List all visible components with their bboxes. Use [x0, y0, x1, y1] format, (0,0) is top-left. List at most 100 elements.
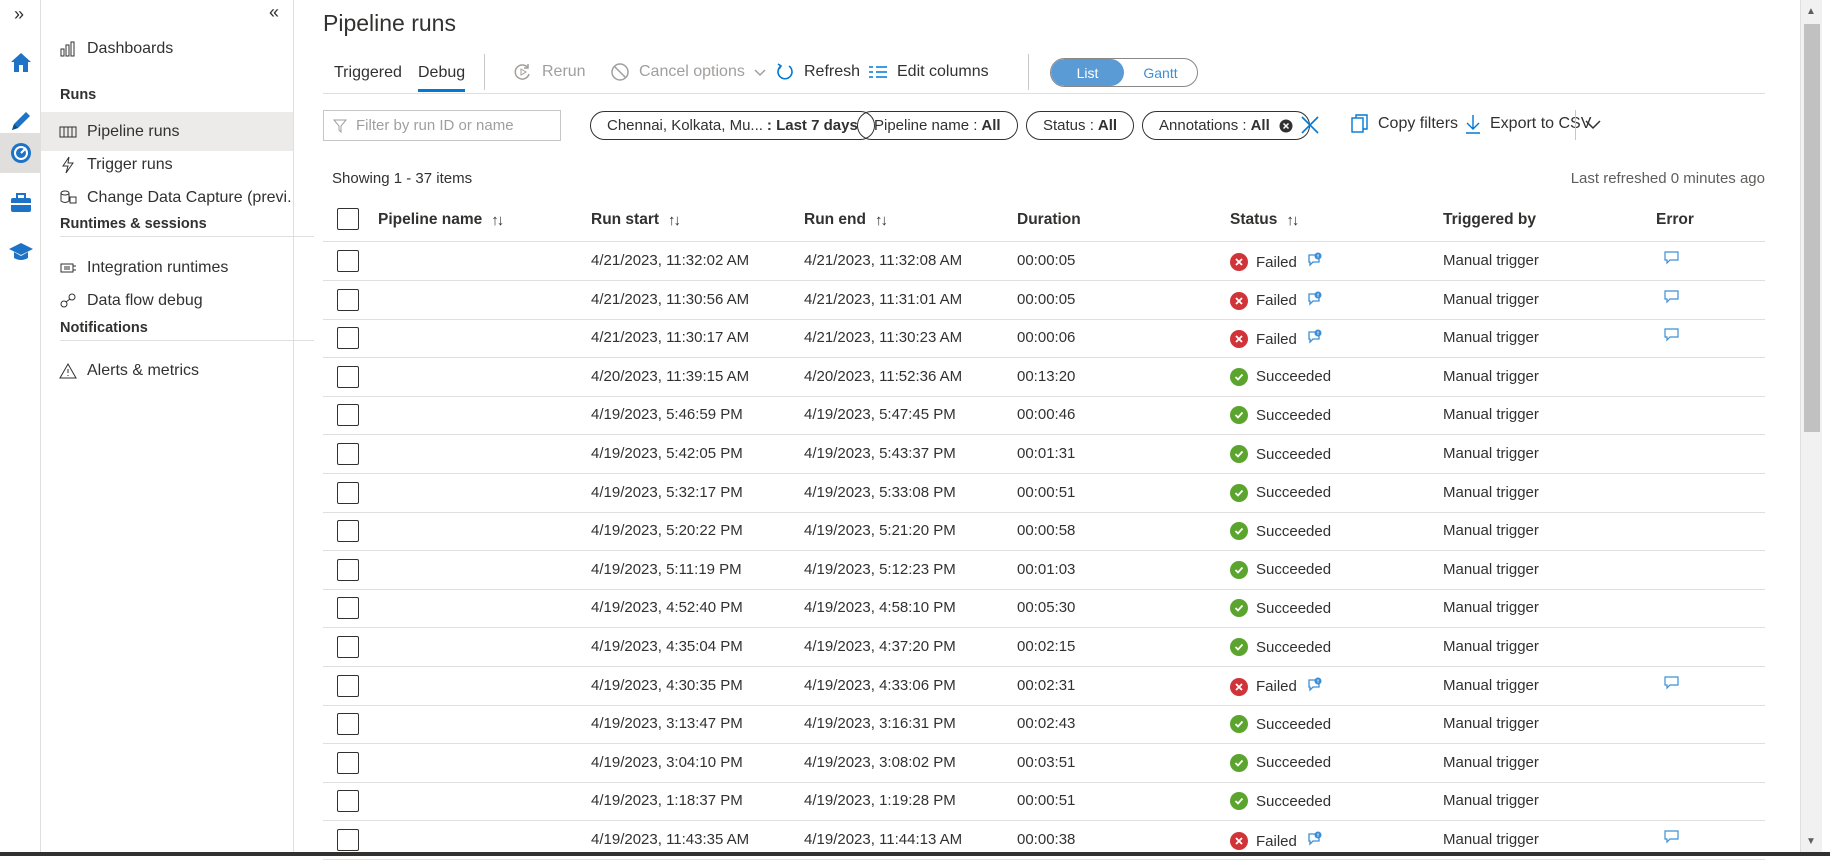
filter-pill-status[interactable]: Status : All: [1026, 111, 1135, 140]
row-checkbox[interactable]: [337, 481, 359, 504]
column-header-pipeline-name[interactable]: Pipeline name ↑↓: [378, 211, 504, 229]
error-details-icon[interactable]: [1307, 252, 1323, 272]
copy-icon: [1351, 114, 1368, 133]
tab-triggered[interactable]: Triggered: [334, 64, 402, 82]
error-message-icon[interactable]: [1664, 675, 1679, 690]
row-checkbox[interactable]: [337, 829, 359, 851]
edit-columns-button[interactable]: Edit columns: [868, 60, 989, 84]
filter-pill-pipeline-name[interactable]: Pipeline name : All: [857, 111, 1018, 140]
vertical-scrollbar[interactable]: ▲ ▼: [1800, 0, 1822, 856]
filter-pill-regions[interactable]: Chennai, Kolkata, Mu... : Last 7 days: [590, 111, 875, 140]
cancel-options-button[interactable]: Cancel options: [610, 60, 767, 84]
view-list-option[interactable]: List: [1051, 59, 1124, 86]
table-row[interactable]: 4/19/2023, 4:52:40 PM 4/19/2023, 4:58:10 …: [323, 589, 1765, 629]
table-row[interactable]: 4/19/2023, 3:04:10 PM 4/19/2023, 3:08:02 …: [323, 744, 1765, 783]
table-row[interactable]: 4/21/2023, 11:30:56 AM 4/21/2023, 11:31:0…: [323, 281, 1765, 320]
error-details-icon[interactable]: [1307, 677, 1323, 697]
row-checkbox[interactable]: [337, 520, 359, 543]
column-header-status[interactable]: Status ↑↓: [1230, 211, 1299, 229]
row-checkbox[interactable]: [337, 636, 359, 658]
cell-duration: 00:02:43: [1017, 715, 1076, 733]
clear-filter-icon[interactable]: [1279, 119, 1293, 133]
select-all-checkbox[interactable]: [337, 208, 359, 230]
cell-end: 4/19/2023, 5:47:45 PM: [804, 406, 956, 424]
export-csv-button[interactable]: Export to CSV: [1465, 114, 1591, 134]
monitor-icon[interactable]: [0, 133, 41, 173]
row-checkbox[interactable]: [337, 365, 359, 388]
manage-toolbox-icon[interactable]: [0, 183, 41, 223]
more-chevron-button[interactable]: [1585, 118, 1610, 130]
expand-icon[interactable]: »: [14, 4, 24, 25]
table-row[interactable]: 4/21/2023, 11:32:02 AM 4/21/2023, 11:32:0…: [323, 242, 1765, 281]
copy-filters-button[interactable]: Copy filters: [1351, 114, 1458, 134]
table-row[interactable]: 4/19/2023, 5:46:59 PM 4/19/2023, 5:47:45 …: [323, 396, 1765, 436]
row-checkbox[interactable]: [337, 404, 359, 427]
status-text: Succeeded: [1256, 522, 1332, 540]
column-header-error[interactable]: Error: [1656, 211, 1694, 229]
row-checkbox[interactable]: [337, 790, 359, 813]
tab-debug[interactable]: Debug: [418, 64, 466, 92]
home-icon[interactable]: [0, 42, 41, 82]
table-row[interactable]: 4/19/2023, 3:13:47 PM 4/19/2023, 3:16:31 …: [323, 705, 1765, 745]
row-checkbox[interactable]: [337, 327, 359, 350]
cell-end: 4/19/2023, 5:21:20 PM: [804, 522, 956, 540]
close-icon: [1301, 116, 1319, 134]
filter-input[interactable]: Filter by run ID or name: [323, 110, 561, 141]
table-row[interactable]: 4/19/2023, 5:42:05 PM 4/19/2023, 5:43:37 …: [323, 435, 1765, 474]
nav-item-alerts-metrics[interactable]: Alerts & metrics: [41, 351, 293, 390]
table-row[interactable]: 4/19/2023, 5:20:22 PM 4/19/2023, 5:21:20 …: [323, 512, 1765, 552]
cell-triggered-by: Manual trigger: [1443, 522, 1539, 540]
row-checkbox[interactable]: [337, 713, 359, 736]
error-message-icon[interactable]: [1664, 289, 1679, 304]
trigger-lightning-icon: [62, 156, 74, 173]
table-row[interactable]: 4/20/2023, 11:39:15 AM 4/20/2023, 11:52:3…: [323, 358, 1765, 397]
collapse-icon[interactable]: «: [269, 2, 279, 23]
column-header-run-start[interactable]: Run start ↑↓: [591, 211, 681, 229]
table-row[interactable]: 4/19/2023, 1:18:37 PM 4/19/2023, 1:19:28 …: [323, 782, 1765, 822]
table-row[interactable]: 4/19/2023, 4:30:35 PM 4/19/2023, 4:33:06 …: [323, 667, 1765, 706]
cell-duration: 00:02:31: [1017, 676, 1076, 694]
table-row[interactable]: 4/19/2023, 5:11:19 PM 4/19/2023, 5:12:23 …: [323, 551, 1765, 590]
row-checkbox[interactable]: [337, 597, 359, 620]
refresh-button[interactable]: Refresh: [775, 60, 860, 84]
icon-rail: »: [0, 0, 41, 856]
clear-all-filters-button[interactable]: [1300, 115, 1329, 135]
learning-center-icon[interactable]: [0, 232, 41, 272]
scrollbar-thumb[interactable]: [1804, 24, 1820, 432]
table-row[interactable]: 4/19/2023, 5:32:17 PM 4/19/2023, 5:33:08 …: [323, 474, 1765, 513]
column-header-label: Status: [1230, 211, 1278, 228]
scroll-down-arrow[interactable]: ▼: [1806, 836, 1816, 847]
succeeded-check-icon: [1230, 638, 1248, 656]
status-text: Succeeded: [1256, 792, 1332, 810]
error-message-icon[interactable]: [1664, 251, 1679, 265]
table-row[interactable]: 4/21/2023, 11:30:17 AM 4/21/2023, 11:30:2…: [323, 319, 1765, 359]
scroll-up-arrow[interactable]: ▲: [1806, 6, 1816, 17]
cell-status: Succeeded: [1230, 599, 1331, 618]
column-header-duration[interactable]: Duration: [1017, 211, 1081, 229]
cell-triggered-by: Manual trigger: [1443, 406, 1539, 424]
error-details-icon[interactable]: [1307, 291, 1323, 311]
row-checkbox[interactable]: [337, 674, 359, 697]
rerun-button[interactable]: Rerun: [513, 60, 586, 84]
error-message-icon[interactable]: [1664, 328, 1679, 342]
row-checkbox[interactable]: [337, 250, 359, 272]
status-text: Failed: [1256, 832, 1297, 850]
error-details-icon[interactable]: [1307, 329, 1323, 349]
error-details-icon[interactable]: [1307, 831, 1323, 851]
row-checkbox[interactable]: [337, 443, 359, 465]
column-header-run-end[interactable]: Run end ↑↓: [804, 211, 888, 229]
nav-item-change-data-capture[interactable]: Change Data Capture (previ...: [41, 178, 293, 217]
filter-pill-annotations[interactable]: Annotations : All: [1142, 111, 1310, 140]
view-gantt-option[interactable]: Gantt: [1124, 59, 1197, 86]
table-row[interactable]: 4/19/2023, 4:35:04 PM 4/19/2023, 4:37:20 …: [323, 628, 1765, 667]
column-header-triggered-by[interactable]: Triggered by: [1443, 211, 1536, 229]
view-toggle[interactable]: List Gantt: [1050, 58, 1198, 87]
error-message-icon[interactable]: [1664, 830, 1679, 844]
pill-label: Annotations :: [1159, 117, 1247, 134]
nav-item-dashboards[interactable]: Dashboards: [41, 29, 293, 68]
nav-item-data-flow-debug[interactable]: Data flow debug: [41, 281, 293, 320]
row-checkbox[interactable]: [337, 751, 359, 774]
cell-start: 4/19/2023, 4:52:40 PM: [591, 599, 743, 617]
row-checkbox[interactable]: [337, 288, 359, 311]
row-checkbox[interactable]: [337, 558, 359, 581]
